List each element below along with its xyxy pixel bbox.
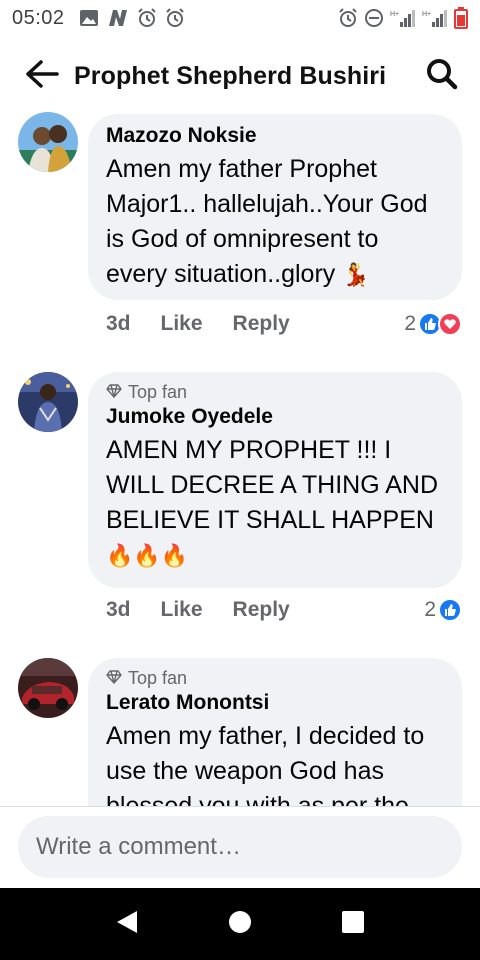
comment-text: Amen my father Prophet Major1.. halleluj… xyxy=(106,152,444,292)
top-fan-badge: Top fan xyxy=(106,668,444,689)
n-app-icon xyxy=(107,9,129,27)
alarm-icon xyxy=(165,8,185,28)
dnd-icon xyxy=(364,8,384,28)
status-time: 05:02 xyxy=(12,6,65,29)
comment-text: Amen my father, I decided to use the wea… xyxy=(106,722,425,806)
alarm-icon xyxy=(338,8,358,28)
comment-text-body: Amen my father Prophet Major1.. halleluj… xyxy=(106,155,428,288)
reactions-summary[interactable]: 2 xyxy=(424,598,462,622)
search-icon xyxy=(426,58,458,95)
comment-author[interactable]: Lerato Monontsi xyxy=(106,691,444,715)
diamond-badge-icon xyxy=(106,668,122,689)
alarm-icon xyxy=(137,8,157,28)
reply-button[interactable]: Reply xyxy=(233,312,290,336)
gallery-icon xyxy=(79,9,99,27)
search-button[interactable] xyxy=(424,58,460,94)
battery-low-icon xyxy=(454,7,468,29)
comment-author[interactable]: Jumoke Oyedele xyxy=(106,405,444,429)
like-reaction-icon xyxy=(438,598,462,622)
triangle-back-icon xyxy=(115,909,139,940)
top-fan-label: Top fan xyxy=(128,668,188,688)
comment-text-body: AMEN MY PROPHET !!! I WILL DECREE A THIN… xyxy=(106,436,439,534)
page-header: Prophet Shepherd Bushiri xyxy=(0,44,480,108)
fire-emoji: 🔥🔥🔥 xyxy=(106,543,189,568)
comment-input[interactable]: Write a comment… xyxy=(18,816,462,878)
signal-h-plus-icon: H+ xyxy=(390,8,416,28)
comment-age: 3d xyxy=(106,312,131,335)
comment-text: AMEN MY PROPHET !!! I WILL DECREE A THIN… xyxy=(106,433,444,573)
dancer-emoji: 💃 xyxy=(342,262,370,287)
signal-h-plus-icon: H+ xyxy=(422,8,448,28)
comment-bubble[interactable]: Top fan Lerato Monontsi Amen my father, … xyxy=(88,658,462,806)
system-nav-bar xyxy=(0,888,480,960)
nav-recents-button[interactable] xyxy=(333,904,373,944)
comment-bubble[interactable]: Top fan Jumoke Oyedele AMEN MY PROPHET !… xyxy=(88,372,462,588)
reaction-count: 2 xyxy=(424,598,436,621)
reply-button[interactable]: Reply xyxy=(233,598,290,622)
comment-bubble[interactable]: Mazozo Noksie Amen my father Prophet Maj… xyxy=(88,114,462,300)
nav-back-button[interactable] xyxy=(107,904,147,944)
reaction-count: 2 xyxy=(404,312,416,335)
love-reaction-icon xyxy=(438,312,462,336)
comment-author[interactable]: Mazozo Noksie xyxy=(106,124,444,148)
diamond-badge-icon xyxy=(106,382,122,403)
top-fan-badge: Top fan xyxy=(106,382,444,403)
avatar[interactable] xyxy=(18,658,78,718)
like-button[interactable]: Like xyxy=(161,598,203,622)
nav-home-button[interactable] xyxy=(220,904,260,944)
arrow-left-icon xyxy=(25,59,59,94)
svg-text:H+: H+ xyxy=(390,11,399,18)
comments-feed[interactable]: Mazozo Noksie Amen my father Prophet Maj… xyxy=(0,108,480,806)
square-recents-icon xyxy=(341,910,365,939)
svg-text:H+: H+ xyxy=(422,11,431,18)
avatar[interactable] xyxy=(18,112,78,172)
composer-divider xyxy=(0,806,480,807)
top-fan-label: Top fan xyxy=(128,382,188,402)
comment-actions: 3d Like Reply 2 xyxy=(106,312,462,336)
reactions-summary[interactable]: 2 xyxy=(404,312,462,336)
circle-home-icon xyxy=(228,910,252,939)
comment-actions: 3d Like Reply 2 xyxy=(106,598,462,622)
comment-age: 3d xyxy=(106,598,131,621)
avatar[interactable] xyxy=(18,372,78,432)
status-bar: 05:02 H+ H+ xyxy=(0,0,480,36)
like-button[interactable]: Like xyxy=(161,312,203,336)
back-button[interactable] xyxy=(24,58,60,94)
page-title: Prophet Shepherd Bushiri xyxy=(74,61,387,90)
